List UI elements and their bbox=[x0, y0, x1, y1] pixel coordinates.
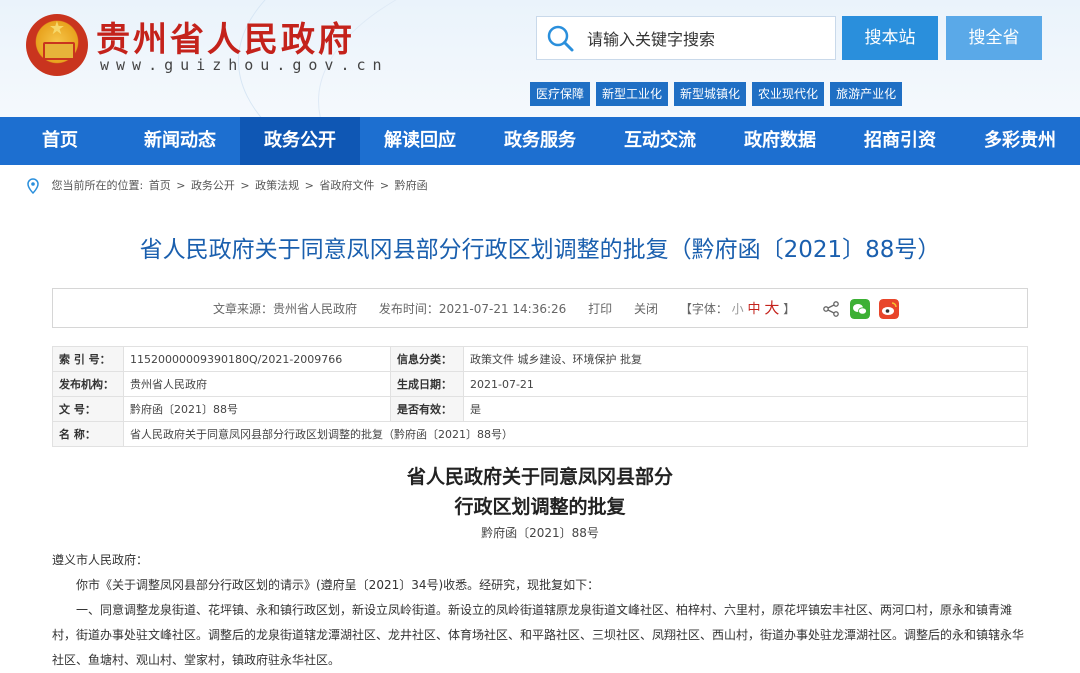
nav-item-news[interactable]: 新闻动态 bbox=[120, 117, 240, 165]
document-body: 遵义市人民政府： 你市《关于调整凤冈县部分行政区划的请示》(遵府呈〔2021〕3… bbox=[52, 548, 1028, 673]
search-box bbox=[536, 16, 836, 60]
info-value: 是 bbox=[463, 396, 1028, 422]
font-size-label-end: 】 bbox=[783, 302, 796, 316]
font-medium-button[interactable]: 中 bbox=[748, 302, 761, 317]
font-size-label: 【字体： bbox=[679, 302, 728, 316]
body-paragraph: 一、同意调整龙泉街道、花坪镇、永和镇行政区划，新设立凤岭街道。新设立的凤岭街道辖… bbox=[52, 603, 1025, 667]
nav-item-investment[interactable]: 招商引资 bbox=[840, 117, 960, 165]
wechat-icon[interactable] bbox=[850, 298, 871, 319]
breadcrumb-link[interactable]: 省政府文件 bbox=[319, 179, 374, 192]
info-value: 2021-07-21 bbox=[463, 371, 1028, 397]
document-number: 黔府函〔2021〕88号 bbox=[481, 526, 599, 540]
breadcrumb-link[interactable]: 黔府函 bbox=[395, 179, 428, 192]
info-label: 文 号： bbox=[52, 396, 124, 422]
nav-item-services[interactable]: 政务服务 bbox=[480, 117, 600, 165]
info-value: 黔府函〔2021〕88号 bbox=[123, 396, 391, 422]
nav-item-interaction[interactable]: 互动交流 bbox=[600, 117, 720, 165]
nav-item-gov-affairs[interactable]: 政务公开 bbox=[240, 117, 360, 165]
body-paragraph: 你市《关于调整凤冈县部分行政区划的请示》(遵府呈〔2021〕34号)收悉。经研究… bbox=[76, 578, 600, 592]
national-emblem-icon[interactable]: ★ bbox=[26, 14, 88, 76]
weibo-icon[interactable] bbox=[879, 298, 900, 319]
site-header: ★ 贵州省人民政府 www.guizhou.gov.cn 搜本站 搜全省 医疗保… bbox=[0, 0, 1080, 117]
info-value: 11520000009390180Q/2021-2009766 bbox=[123, 346, 391, 372]
info-value: 贵州省人民政府 bbox=[123, 371, 391, 397]
font-large-button[interactable]: 大 bbox=[764, 299, 779, 317]
breadcrumb-link[interactable]: 政策法规 bbox=[255, 179, 299, 192]
breadcrumb-link[interactable]: 政务公开 bbox=[191, 179, 235, 192]
document-info-table: 索 引 号： 11520000009390180Q/2021-2009766 信… bbox=[52, 346, 1028, 447]
info-label: 生成日期： bbox=[390, 371, 464, 397]
document-title: 省人民政府关于同意凤冈县部分 行政区划调整的批复 bbox=[0, 462, 1080, 522]
share-bar bbox=[817, 298, 900, 319]
info-label: 是否有效： bbox=[390, 396, 464, 422]
breadcrumb-link[interactable]: 首页 bbox=[149, 179, 171, 192]
topic-tag[interactable]: 旅游产业化 bbox=[830, 82, 903, 106]
page-title: 省人民政府关于同意凤冈县部分行政区划调整的批复（黔府函〔2021〕88号） bbox=[139, 237, 941, 263]
info-value: 政策文件 城乡建设、环境保护 批复 bbox=[463, 346, 1028, 372]
search-input[interactable] bbox=[585, 23, 829, 55]
search-icon bbox=[547, 25, 574, 52]
nav-item-gov-data[interactable]: 政府数据 bbox=[720, 117, 840, 165]
main-nav: 首页 新闻动态 政务公开 解读回应 政务服务 互动交流 政府数据 招商引资 多彩… bbox=[0, 117, 1080, 165]
info-label: 发布机构： bbox=[52, 371, 124, 397]
topic-tag[interactable]: 新型城镇化 bbox=[674, 82, 747, 106]
breadcrumb-prefix: 您当前所在的位置: bbox=[51, 179, 144, 192]
info-label: 名 称： bbox=[52, 421, 124, 447]
document-title-line: 省人民政府关于同意凤冈县部分 bbox=[406, 466, 673, 488]
location-pin-icon bbox=[27, 178, 39, 194]
breadcrumb: 您当前所在的位置: 首页 > 政务公开 > 政策法规 > 省政府文件 > 黔府函 bbox=[26, 176, 430, 196]
document-title-line: 行政区划调整的批复 bbox=[454, 496, 626, 518]
print-link[interactable]: 打印 bbox=[588, 302, 612, 316]
site-url: www.guizhou.gov.cn bbox=[100, 56, 389, 74]
info-label: 索 引 号： bbox=[52, 346, 124, 372]
search-province-button[interactable]: 搜全省 bbox=[946, 16, 1042, 60]
site-title[interactable]: 贵州省人民政府 bbox=[96, 12, 355, 61]
topic-tags: 医疗保障 新型工业化 新型城镇化 农业现代化 旅游产业化 bbox=[530, 82, 908, 106]
nav-item-interpretation[interactable]: 解读回应 bbox=[360, 117, 480, 165]
nav-item-home[interactable]: 首页 bbox=[0, 117, 120, 165]
font-small-button[interactable]: 小 bbox=[732, 302, 744, 316]
article-date: 发布时间：2021-07-21 14:36:26 bbox=[378, 302, 567, 316]
topic-tag[interactable]: 新型工业化 bbox=[596, 82, 669, 106]
nav-item-colorful-guizhou[interactable]: 多彩贵州 bbox=[960, 117, 1080, 165]
article-meta-bar: 文章来源：贵州省人民政府 发布时间：2021-07-21 14:36:26 打印… bbox=[52, 288, 1028, 328]
share-icon[interactable] bbox=[821, 299, 841, 319]
topic-tag[interactable]: 医疗保障 bbox=[530, 82, 591, 106]
topic-tag[interactable]: 农业现代化 bbox=[752, 82, 825, 106]
info-value: 省人民政府关于同意凤冈县部分行政区划调整的批复（黔府函〔2021〕88号） bbox=[123, 421, 1028, 447]
info-label: 信息分类： bbox=[390, 346, 464, 372]
close-link[interactable]: 关闭 bbox=[634, 302, 658, 316]
search-site-button[interactable]: 搜本站 bbox=[842, 16, 938, 60]
article-source: 文章来源：贵州省人民政府 bbox=[213, 302, 358, 316]
salutation: 遵义市人民政府： bbox=[52, 553, 149, 567]
